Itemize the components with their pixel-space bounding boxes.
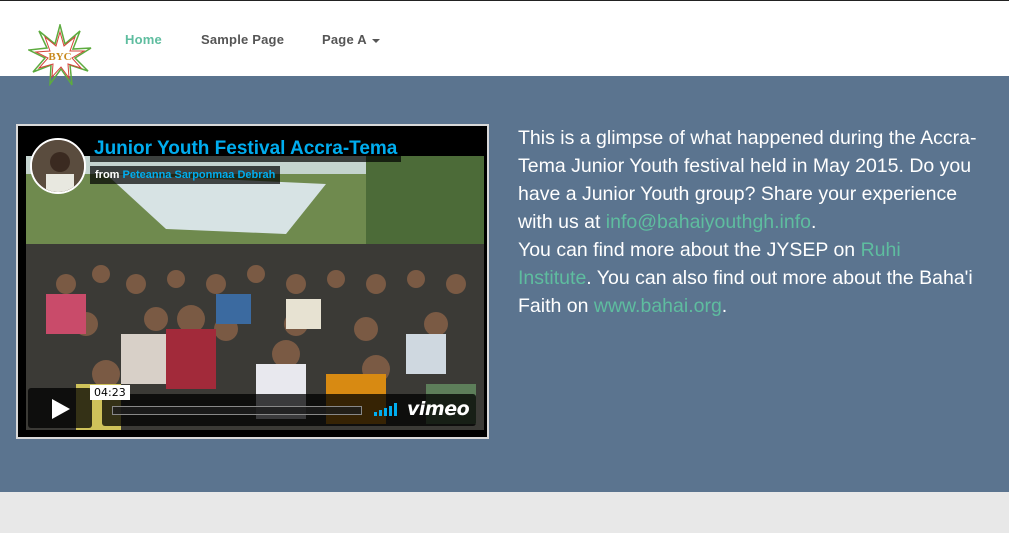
vimeo-logo[interactable]: vimeo (407, 398, 470, 420)
description: This is a glimpse of what happened durin… (518, 124, 978, 320)
author-avatar[interactable] (30, 138, 86, 194)
bahai-org-link[interactable]: www.bahai.org (594, 295, 722, 317)
video-player[interactable]: Junior Youth Festival Accra-Tema from Pe… (16, 124, 489, 439)
svg-text:BYC: BYC (48, 51, 71, 63)
video-title[interactable]: Junior Youth Festival Accra-Tema (90, 136, 402, 162)
paragraph-2-mid: . You can also find out more about the B… (518, 267, 973, 317)
duration-badge: 04:23 (90, 385, 130, 400)
video-byline: from Peteanna Sarponmaa Debrah (90, 166, 281, 184)
paragraph-2-start: You can find more about the JYSEP on (518, 239, 856, 261)
player-controls: vimeo (102, 394, 476, 426)
site-logo[interactable]: BYC (26, 22, 92, 87)
hero-section: Junior Youth Festival Accra-Tema from Pe… (0, 76, 1009, 492)
nav-page-a-label: Page A (322, 32, 367, 47)
nav-page-a[interactable]: Page A (322, 32, 380, 47)
navbar: Home Sample Page Page A (0, 1, 1009, 76)
volume-icon[interactable] (374, 403, 398, 416)
caret-down-icon (371, 38, 380, 43)
play-icon (52, 399, 70, 419)
video-author-link[interactable]: Peteanna Sarponmaa Debrah (123, 169, 276, 181)
nav-home[interactable]: Home (125, 32, 162, 47)
play-button[interactable] (28, 388, 92, 428)
progress-bar[interactable] (112, 406, 362, 415)
nav-sample-page[interactable]: Sample Page (201, 32, 284, 47)
byline-prefix: from (95, 169, 120, 181)
email-link[interactable]: info@bahaiyouthgh.info (606, 211, 811, 233)
paragraph-2-end: . (721, 295, 728, 317)
paragraph-1-end: . (811, 211, 817, 233)
